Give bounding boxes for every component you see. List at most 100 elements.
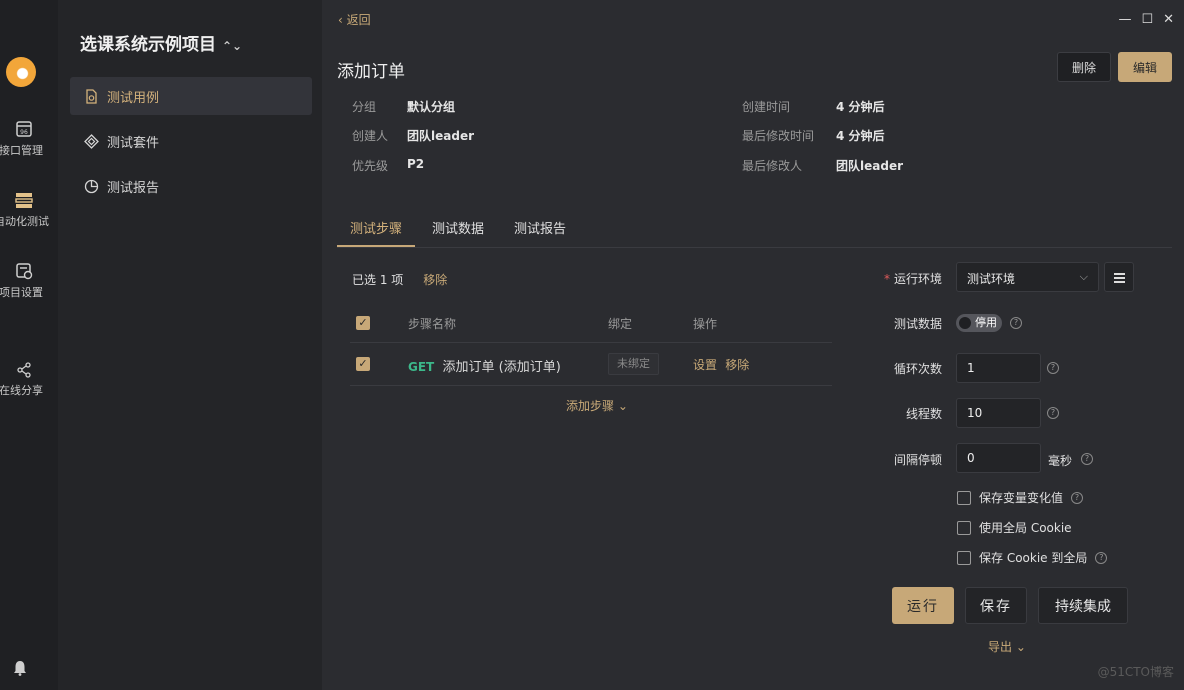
env-menu-button[interactable]	[1104, 262, 1134, 292]
required-mark: *	[883, 272, 890, 286]
meta-key: 创建时间	[742, 100, 791, 114]
rail-item-api[interactable]: 96 接口管理	[0, 120, 48, 158]
rail-label: 接口管理	[0, 144, 43, 157]
selection-info: 已选 1 项 移除	[352, 271, 447, 288]
column-header-ops: 操作	[693, 317, 718, 331]
checkbox[interactable]	[957, 490, 971, 505]
chevron-left-icon: ‹	[338, 13, 347, 27]
row-checkbox[interactable]: ✓	[356, 357, 370, 371]
save-var-change-checkbox[interactable]: 保存变量变化值 ?	[957, 489, 1084, 506]
env-label: * 运行环境	[862, 270, 942, 287]
watermark: @51CTO博客	[1097, 665, 1174, 679]
rail-label: 自动化测试	[0, 215, 49, 228]
avatar[interactable]	[6, 57, 36, 87]
select-all-checkbox[interactable]: ✓	[356, 316, 370, 330]
test-data-toggle[interactable]: 停用	[956, 314, 1002, 332]
main-content: ‹ 返回 — ☐ ✕ 添加订单 删除 编辑 分组 默认分组 创建人 团队lead…	[322, 0, 1184, 690]
add-step-button[interactable]: 添加步骤 ⌄	[566, 397, 628, 414]
tab-steps[interactable]: 测试步骤	[337, 210, 416, 247]
help-icon[interactable]: ?	[1047, 407, 1059, 419]
sidebar-item-suites[interactable]: 测试套件	[70, 122, 312, 160]
meta-value: 4 分钟后	[836, 100, 885, 114]
meta-key: 最后修改人	[742, 159, 803, 173]
automation-icon	[15, 193, 33, 208]
meta-value: 团队leader	[407, 129, 474, 143]
column-header-bind: 绑定	[608, 317, 633, 331]
add-step-label: 添加步骤	[566, 399, 615, 413]
project-title: 选课系统示例项目	[80, 35, 216, 55]
meta-created: 创建时间 4 分钟后	[742, 98, 885, 115]
testcase-icon	[86, 88, 97, 104]
rail-item-share[interactable]: 在线分享	[0, 362, 48, 398]
export-button[interactable]: 导出 ⌄	[988, 638, 1026, 655]
edit-button[interactable]: 编辑	[1118, 52, 1172, 82]
env-label-text: 运行环境	[893, 272, 942, 286]
rail-item-settings[interactable]: 项目设置	[0, 262, 48, 300]
rail-label: 项目设置	[0, 286, 43, 299]
checkbox[interactable]	[957, 520, 971, 535]
env-select[interactable]: 测试环境 ⌵	[956, 262, 1099, 292]
checkbox[interactable]	[957, 550, 971, 565]
steps-table: ✓ 步骤名称 绑定 操作 ✓ GET 添加订单 (添加订单) 未绑定 设置 移除	[350, 303, 832, 386]
report-pie-icon	[84, 179, 99, 193]
meta-modified: 最后修改时间 4 分钟后	[742, 127, 885, 144]
use-global-cookie-checkbox[interactable]: 使用全局 Cookie	[957, 519, 1072, 536]
chevron-down-icon: ⌄	[1015, 640, 1026, 654]
maximize-icon[interactable]: ☐	[1141, 12, 1153, 27]
meta-key: 最后修改时间	[742, 129, 815, 143]
table-row[interactable]: ✓ GET 添加订单 (添加订单) 未绑定 设置 移除	[350, 343, 832, 386]
toggle-label: 停用	[975, 316, 997, 329]
loop-count-input[interactable]: 1	[956, 353, 1041, 383]
table-header: ✓ 步骤名称 绑定 操作	[350, 303, 832, 343]
meta-creator: 创建人 团队leader	[352, 127, 474, 144]
save-button[interactable]: 保存	[965, 587, 1027, 624]
sort-caret-icon: ⌃⌄	[222, 39, 243, 53]
ci-button[interactable]: 持续集成	[1038, 587, 1128, 624]
meta-key: 优先级	[352, 159, 389, 173]
save-cookie-global-checkbox[interactable]: 保存 Cookie 到全局 ?	[957, 549, 1108, 566]
export-label: 导出	[988, 640, 1013, 654]
back-link[interactable]: ‹ 返回	[338, 11, 371, 28]
remove-selected-link[interactable]: 移除	[423, 273, 447, 287]
tab-data[interactable]: 测试数据	[419, 210, 497, 247]
loop-label: 循环次数	[893, 362, 942, 376]
menu-icon-line	[1114, 281, 1125, 283]
sidebar: 选课系统示例项目 ⌃⌄ 测试用例 测试套件 测试报告	[58, 0, 322, 690]
rail-item-automation[interactable]: 自动化测试	[0, 191, 49, 229]
run-button[interactable]: 运行	[892, 587, 954, 624]
sidebar-item-testcases[interactable]: 测试用例	[70, 77, 312, 115]
step-settings-link[interactable]: 设置	[693, 358, 717, 372]
column-header-name: 步骤名称	[408, 317, 457, 331]
sidebar-item-reports[interactable]: 测试报告	[70, 167, 312, 205]
meta-key: 分组	[352, 100, 377, 114]
help-icon[interactable]: ?	[1071, 491, 1084, 504]
share-icon	[17, 362, 31, 378]
step-remove-link[interactable]: 移除	[725, 358, 749, 372]
help-icon[interactable]: ?	[1047, 362, 1059, 374]
bell-icon[interactable]	[13, 660, 27, 676]
close-icon[interactable]: ✕	[1163, 12, 1174, 27]
interval-input[interactable]: 0	[956, 443, 1041, 473]
back-label: 返回	[346, 13, 371, 27]
meta-value: P2	[407, 157, 425, 171]
bind-status-badge[interactable]: 未绑定	[608, 353, 659, 375]
tab-reports[interactable]: 测试报告	[501, 210, 579, 247]
meta-priority: 优先级 P2	[352, 157, 424, 174]
sidebar-item-label: 测试套件	[107, 135, 160, 151]
chevron-down-icon: ⌄	[617, 399, 628, 413]
minimize-icon[interactable]: —	[1118, 12, 1131, 27]
project-switcher[interactable]: 选课系统示例项目 ⌃⌄	[80, 30, 242, 55]
help-icon[interactable]: ?	[1081, 453, 1093, 465]
delete-button[interactable]: 删除	[1057, 52, 1111, 82]
meta-key: 创建人	[352, 129, 389, 143]
sidebar-item-label: 测试报告	[107, 180, 160, 196]
help-icon[interactable]: ?	[1095, 551, 1108, 564]
meta-value: 团队leader	[836, 159, 903, 173]
thread-label: 线程数	[905, 407, 942, 421]
meta-group: 分组 默认分组	[352, 98, 455, 115]
thread-count-input[interactable]: 10	[956, 398, 1041, 428]
help-icon[interactable]: ?	[1010, 317, 1022, 329]
step-name-cell[interactable]: GET 添加订单 (添加订单)	[408, 356, 561, 375]
meta-value: 默认分组	[407, 100, 456, 114]
meta-modifier: 最后修改人 团队leader	[742, 157, 903, 174]
